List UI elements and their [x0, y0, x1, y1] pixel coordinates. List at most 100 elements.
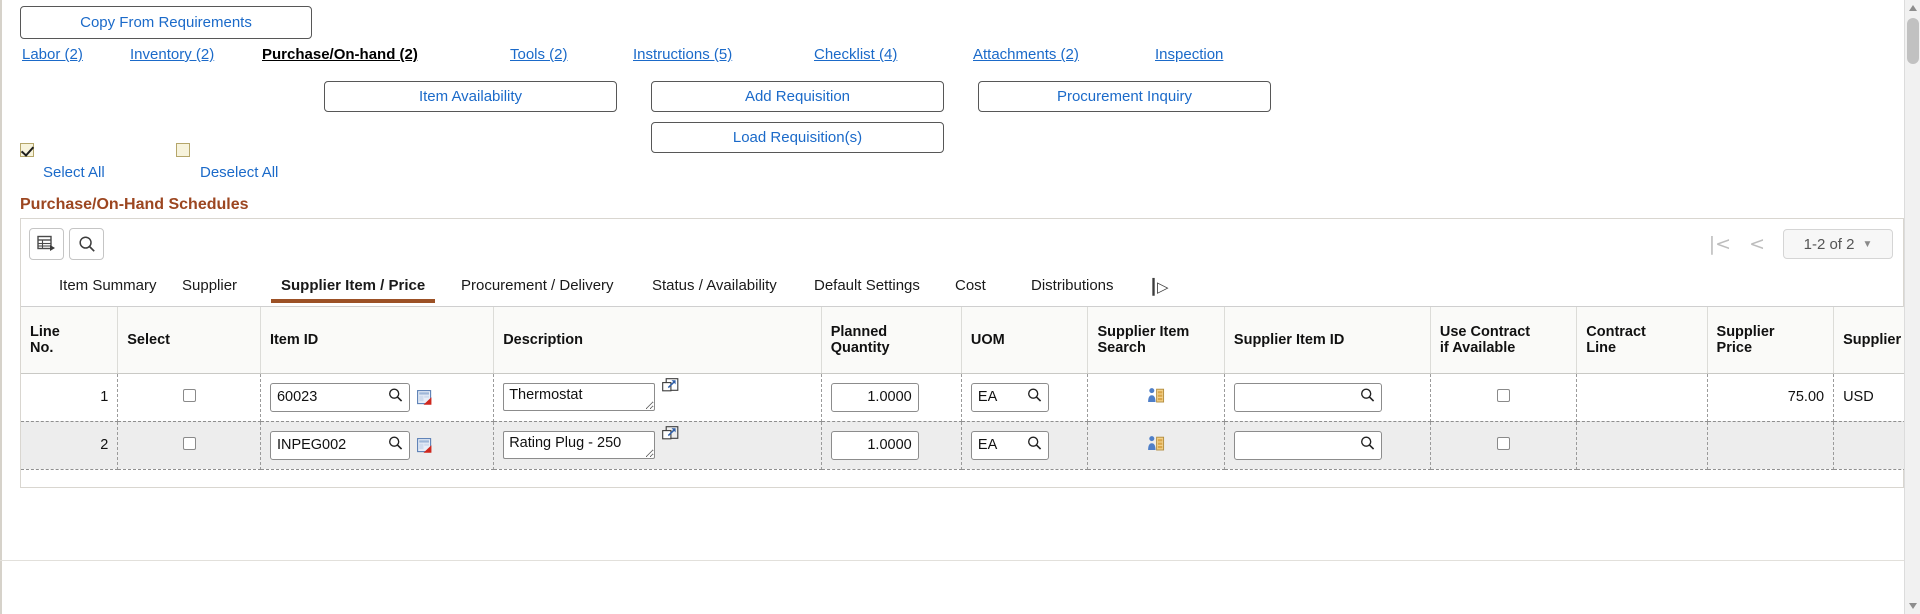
- planned-quantity-input[interactable]: [831, 431, 919, 460]
- cell-select: [118, 421, 261, 469]
- page-range-label: 1-2 of 2: [1804, 236, 1855, 253]
- cell-supplier-item-id: [1224, 373, 1430, 421]
- item-prompt-icon[interactable]: [417, 390, 432, 405]
- deselect-all-link[interactable]: Deselect All: [200, 164, 278, 181]
- table-row: 2: [21, 421, 1920, 469]
- tab-labor[interactable]: Labor (2): [22, 46, 83, 63]
- page-range-selector[interactable]: 1-2 of 2 ▼: [1783, 229, 1893, 259]
- select-all-link[interactable]: Select All: [43, 164, 105, 181]
- deselect-all-checkbox[interactable]: [176, 143, 190, 157]
- col-uom[interactable]: UOM: [961, 307, 1088, 373]
- left-frame-edge: [0, 0, 2, 614]
- coltab-supplier-item-price[interactable]: Supplier Item / Price: [281, 277, 425, 294]
- grid-toolbar: |< < 1-2 of 2 ▼: [21, 219, 1903, 269]
- add-requisition-button[interactable]: Add Requisition: [651, 81, 944, 112]
- coltab-procurement-delivery[interactable]: Procurement / Delivery: [461, 277, 614, 294]
- description-textarea[interactable]: [503, 383, 655, 411]
- item-id-input[interactable]: [270, 383, 410, 412]
- col-planned-quantity-l2: Quantity: [831, 340, 890, 356]
- cell-supplier-item-search: [1088, 373, 1224, 421]
- description-textarea[interactable]: [503, 431, 655, 459]
- use-contract-checkbox[interactable]: [1497, 437, 1510, 450]
- col-select[interactable]: Select: [118, 307, 261, 373]
- cell-supplier-price: 75.00: [1707, 373, 1834, 421]
- supplier-item-id-input[interactable]: [1234, 383, 1382, 412]
- uom-input[interactable]: [971, 431, 1049, 460]
- col-supplier-price-l2: Price: [1717, 340, 1752, 356]
- expand-text-icon[interactable]: [662, 426, 679, 443]
- show-next-columns-icon[interactable]: ┃▷: [1149, 278, 1168, 296]
- col-item-id[interactable]: Item ID: [260, 307, 493, 373]
- tab-inventory[interactable]: Inventory (2): [130, 46, 214, 63]
- col-contract-line[interactable]: Contract Line: [1577, 307, 1707, 373]
- col-line-no[interactable]: Line No.: [21, 307, 118, 373]
- cell-planned-quantity: [821, 421, 961, 469]
- supplier-item-search-icon[interactable]: [1147, 387, 1165, 404]
- col-line-no-l1: Line: [30, 324, 60, 340]
- chevron-down-icon: ▼: [1862, 239, 1872, 250]
- cell-description: [494, 421, 822, 469]
- cell-item-id: [260, 421, 493, 469]
- row-select-checkbox[interactable]: [183, 389, 196, 402]
- load-requisitions-button[interactable]: Load Requisition(s): [651, 122, 944, 153]
- tab-instructions[interactable]: Instructions (5): [633, 46, 732, 63]
- col-description[interactable]: Description: [494, 307, 822, 373]
- supplier-item-search-icon[interactable]: [1147, 435, 1165, 452]
- grid-find-icon[interactable]: [69, 228, 104, 260]
- bottom-divider: [0, 560, 1904, 561]
- cell-contract-line: [1577, 421, 1707, 469]
- tab-attachments[interactable]: Attachments (2): [973, 46, 1079, 63]
- coltab-cost[interactable]: Cost: [955, 277, 986, 294]
- tab-purchase-on-hand[interactable]: Purchase/On-hand (2): [262, 46, 418, 63]
- expand-text-icon[interactable]: [662, 378, 679, 395]
- tab-inspection[interactable]: Inspection: [1155, 46, 1223, 63]
- item-prompt-icon[interactable]: [417, 438, 432, 453]
- cell-planned-quantity: [821, 373, 961, 421]
- purchase-onhand-schedules-grid: |< < 1-2 of 2 ▼ Item Summary Supplier Su…: [20, 218, 1904, 488]
- copy-from-requirements-button[interactable]: Copy From Requirements: [20, 6, 312, 39]
- grid-pager: |< < 1-2 of 2 ▼: [1709, 227, 1893, 261]
- previous-page-icon[interactable]: <: [1749, 235, 1765, 254]
- cell-description: [494, 373, 822, 421]
- col-use-contract-if-available[interactable]: Use Contract if Available: [1430, 307, 1576, 373]
- item-availability-button[interactable]: Item Availability: [324, 81, 617, 112]
- col-use-contract-l2: if Available: [1440, 340, 1515, 356]
- tab-checklist[interactable]: Checklist (4): [814, 46, 897, 63]
- coltab-status-availability[interactable]: Status / Availability: [652, 277, 777, 294]
- coltab-supplier[interactable]: Supplier: [182, 277, 237, 294]
- uom-input[interactable]: [971, 383, 1049, 412]
- col-supplier-item-id[interactable]: Supplier Item ID: [1224, 307, 1430, 373]
- col-supplier-price[interactable]: Supplier Price: [1707, 307, 1834, 373]
- coltab-item-summary[interactable]: Item Summary: [59, 277, 157, 294]
- col-use-contract-l1: Use Contract: [1440, 324, 1530, 340]
- coltab-default-settings[interactable]: Default Settings: [814, 277, 920, 294]
- scroll-up-icon[interactable]: [1908, 3, 1918, 13]
- col-planned-quantity[interactable]: Planned Quantity: [821, 307, 961, 373]
- scrollbar-thumb[interactable]: [1907, 18, 1919, 64]
- cell-contract-line: [1577, 373, 1707, 421]
- schedules-table: Line No. Select Item ID Description Plan…: [21, 307, 1920, 470]
- planned-quantity-input[interactable]: [831, 383, 919, 412]
- col-supplier-price-l1: Supplier: [1717, 324, 1775, 340]
- first-page-icon[interactable]: |<: [1709, 235, 1731, 254]
- row-select-checkbox[interactable]: [183, 437, 196, 450]
- tab-tools[interactable]: Tools (2): [510, 46, 568, 63]
- supplier-item-id-input[interactable]: [1234, 431, 1382, 460]
- item-id-input[interactable]: [270, 431, 410, 460]
- section-title: Purchase/On-Hand Schedules: [20, 196, 249, 214]
- table-header-row: Line No. Select Item ID Description Plan…: [21, 307, 1920, 373]
- grid-personalize-icon[interactable]: [29, 228, 64, 260]
- vertical-scrollbar[interactable]: [1904, 0, 1920, 614]
- col-supplier-item-search[interactable]: Supplier Item Search: [1088, 307, 1224, 373]
- col-planned-quantity-l1: Planned: [831, 324, 887, 340]
- coltab-distributions[interactable]: Distributions: [1031, 277, 1114, 294]
- cell-select: [118, 373, 261, 421]
- procurement-inquiry-button[interactable]: Procurement Inquiry: [978, 81, 1271, 112]
- work-order-tab-bar: Labor (2) Inventory (2) Purchase/On-hand…: [0, 46, 1904, 68]
- select-all-checkbox[interactable]: [20, 143, 34, 157]
- scroll-down-icon[interactable]: [1908, 601, 1918, 611]
- cell-uom: [961, 421, 1088, 469]
- supplier-item-id-input-wrap: [1234, 431, 1382, 460]
- cell-supplier-item-search: [1088, 421, 1224, 469]
- use-contract-checkbox[interactable]: [1497, 389, 1510, 402]
